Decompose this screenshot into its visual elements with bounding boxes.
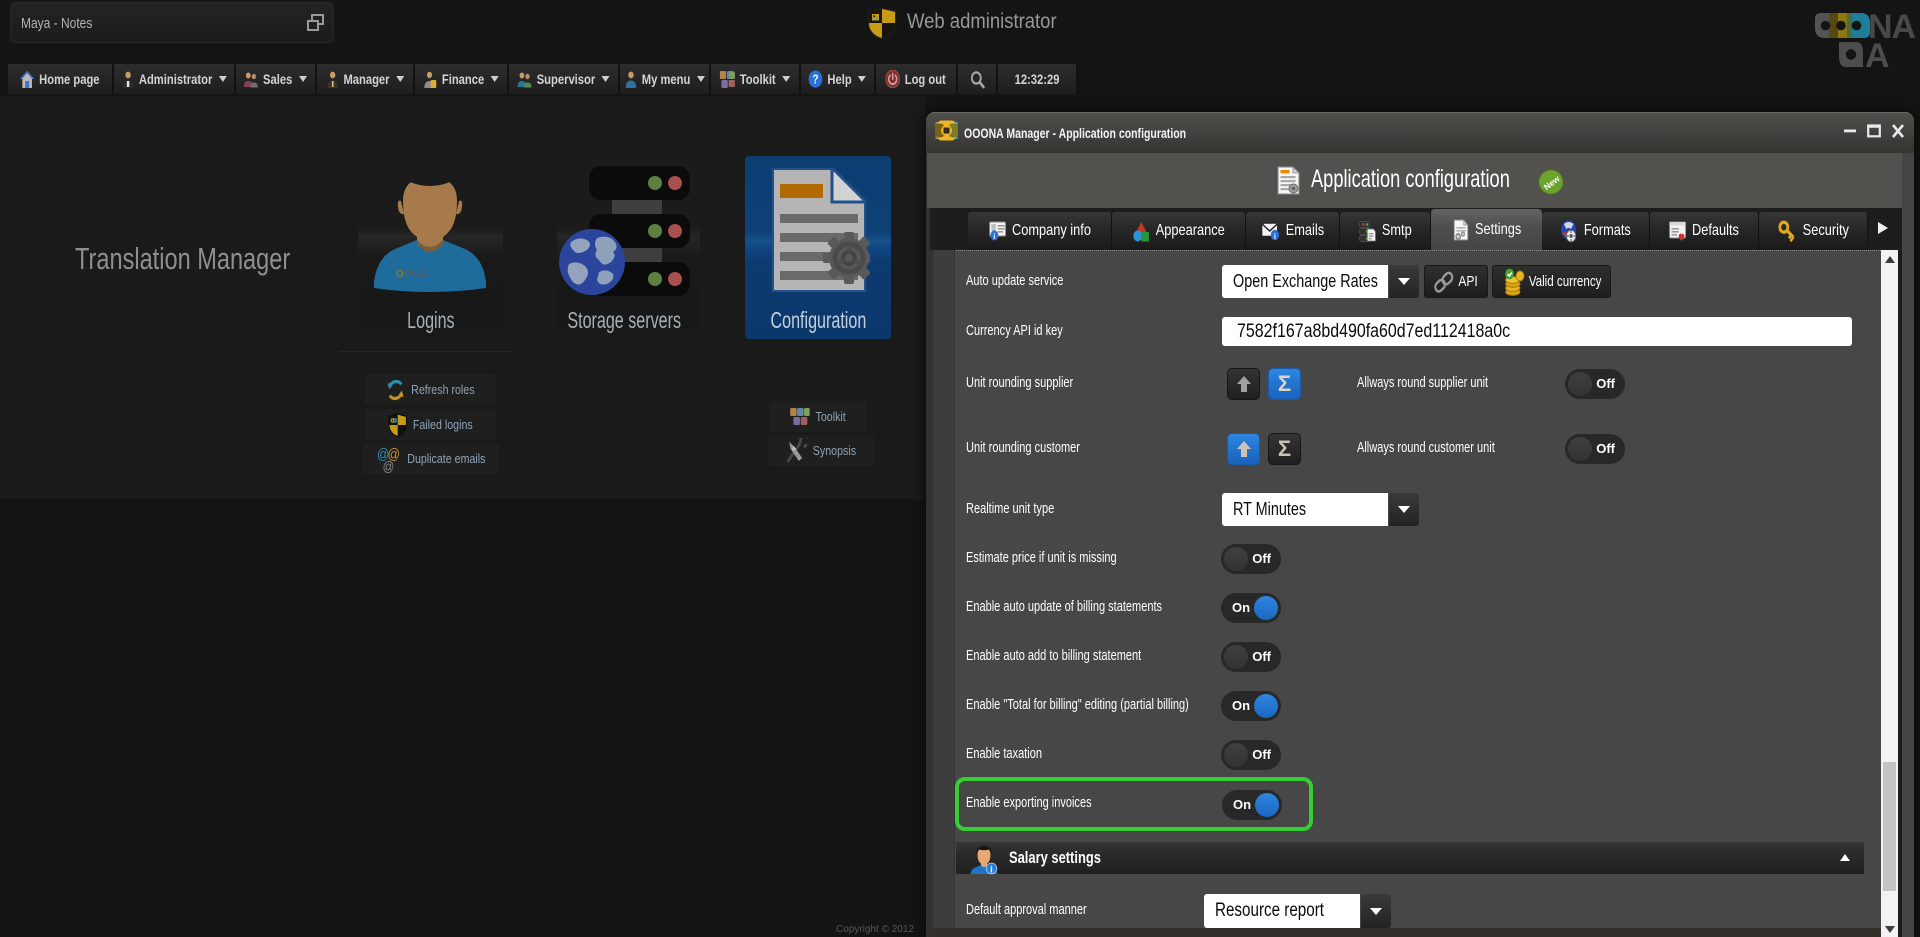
svg-text:@: @ [382,457,394,472]
svg-text:?: ? [813,73,819,86]
svg-text:i: i [1274,231,1276,241]
svg-text:ONA: ONA [404,269,426,280]
svg-text:i: i [993,231,995,241]
svg-text:A: A [1865,37,1890,70]
svg-text:i: i [990,864,993,875]
svg-text:O: O [396,269,404,280]
